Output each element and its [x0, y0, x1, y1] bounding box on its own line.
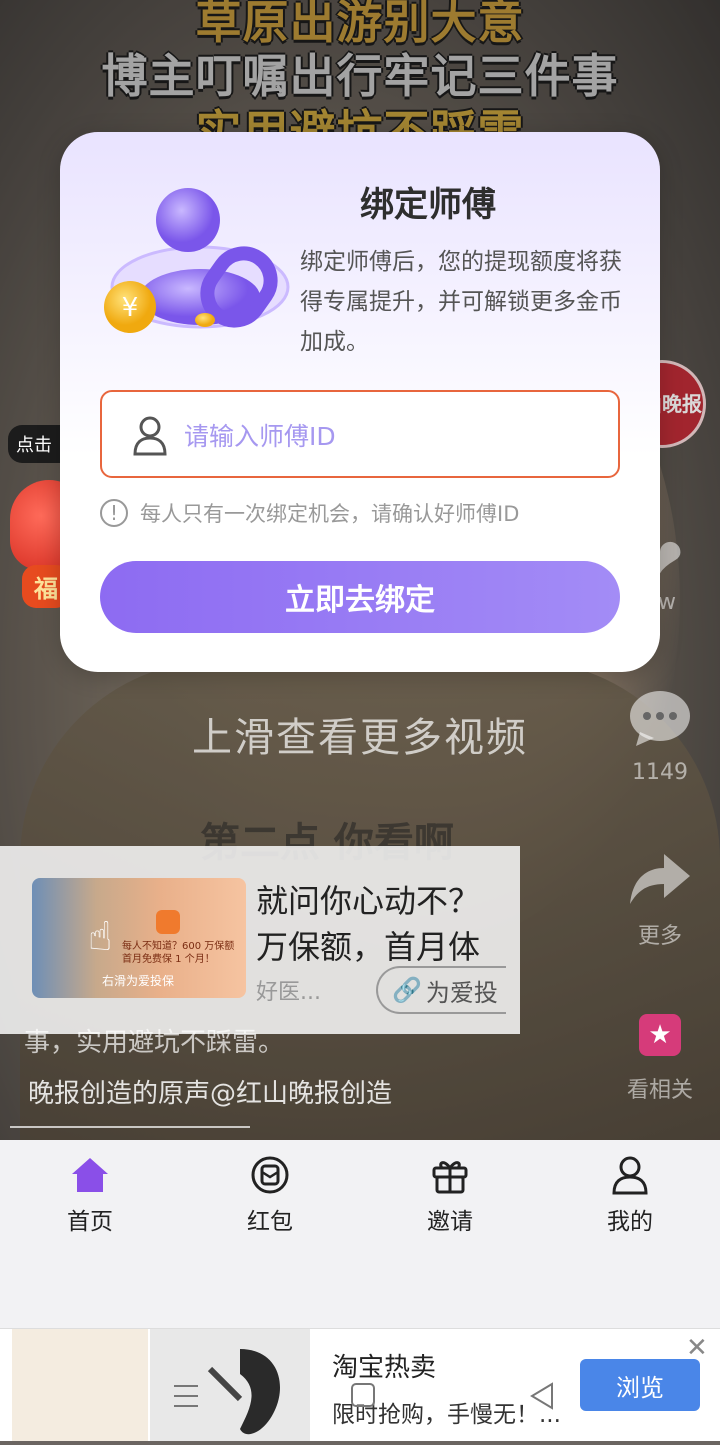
master-id-input[interactable]	[182, 410, 586, 462]
comment-count: 1149	[632, 760, 688, 785]
home-icon	[0, 1150, 180, 1200]
ad-source: 好医...	[256, 980, 321, 1005]
tab-red-envelope-label: 红包	[247, 1209, 293, 1235]
ad-thumbnail-caption: 右滑为爱投保	[102, 974, 175, 988]
ad-title: 就问你心动不？万保额，首月体	[256, 882, 481, 966]
bind-master-dialog: ¥ 绑定师傅 绑定师傅后，您的提现额度将获得专属提升，并可解锁更多金币加成。 !…	[60, 132, 660, 672]
user-icon	[132, 416, 168, 460]
home-square-icon	[351, 1383, 375, 1407]
tab-home-label: 首页	[67, 1209, 113, 1235]
share-label: 更多	[637, 924, 682, 949]
share-arrow-icon	[600, 850, 720, 918]
exclamation-circle-icon: !	[100, 499, 128, 527]
tab-profile-label: 我的	[607, 1209, 653, 1235]
share-button[interactable]: 更多	[600, 850, 720, 950]
back-icon	[530, 1382, 553, 1410]
red-envelope-icon	[180, 1150, 360, 1200]
ad-cta-label: 为爱投	[425, 978, 498, 1007]
video-description: 事，实用避坑不踩雷。	[24, 1028, 285, 1058]
comment-icon	[600, 688, 720, 760]
bind-now-button[interactable]: 立即去绑定	[100, 561, 620, 633]
profile-icon	[540, 1150, 720, 1200]
audio-source[interactable]: 晚报创造的原声@红山晚报创造	[28, 1073, 392, 1110]
notice-text: 每人只有一次绑定机会，请确认好师傅ID	[140, 502, 520, 526]
tab-profile[interactable]: 我的	[540, 1150, 720, 1236]
svg-text:¥: ¥	[122, 293, 139, 323]
tab-red-envelope[interactable]: 红包	[180, 1150, 360, 1236]
related-star-icon: ★	[639, 1014, 681, 1056]
dialog-description: 绑定师傅后，您的提现额度将获得专属提升，并可解锁更多金币加成。	[300, 249, 622, 355]
system-navigation-bar	[0, 1372, 720, 1420]
ad-cta-button[interactable]: 🔗 为爱投	[376, 966, 506, 1014]
gift-icon	[360, 1150, 540, 1200]
master-id-field[interactable]	[100, 390, 620, 478]
comment-button[interactable]: 1149	[600, 688, 720, 785]
ad-thumbnail-text: 每人不知道？600 万保额 首月免费保 1 个月！	[122, 941, 235, 965]
tab-home[interactable]: 首页	[0, 1150, 180, 1236]
bind-link-illustration-icon: ¥	[100, 182, 290, 342]
bottom-tab-bar: 首页 红包 邀请 我的	[0, 1140, 720, 1328]
tab-invite-label: 邀请	[427, 1209, 473, 1235]
related-label: 看相关	[626, 1078, 693, 1103]
ad-thumbnail: 每人不知道？600 万保额 首月免费保 1 个月！ 右滑为爱投保 ☝	[32, 878, 246, 998]
related-button[interactable]: ★ 看相关	[600, 1014, 720, 1104]
pointing-hand-icon: ☝	[88, 914, 113, 960]
link-icon: 🔗	[392, 976, 422, 1004]
close-icon[interactable]: ✕	[686, 1333, 708, 1363]
menu-icon	[174, 1385, 198, 1407]
inline-ad-card[interactable]: 每人不知道？600 万保额 首月免费保 1 个月！ 右滑为爱投保 ☝ 就问你心动…	[0, 846, 520, 1034]
dialog-title: 绑定师傅	[360, 185, 496, 225]
tab-invite[interactable]: 邀请	[360, 1150, 540, 1236]
ad-app-icon	[156, 910, 180, 934]
bind-notice: ! 每人只有一次绑定机会，请确认好师傅ID	[100, 498, 519, 528]
video-progress-bar[interactable]	[10, 1126, 250, 1128]
